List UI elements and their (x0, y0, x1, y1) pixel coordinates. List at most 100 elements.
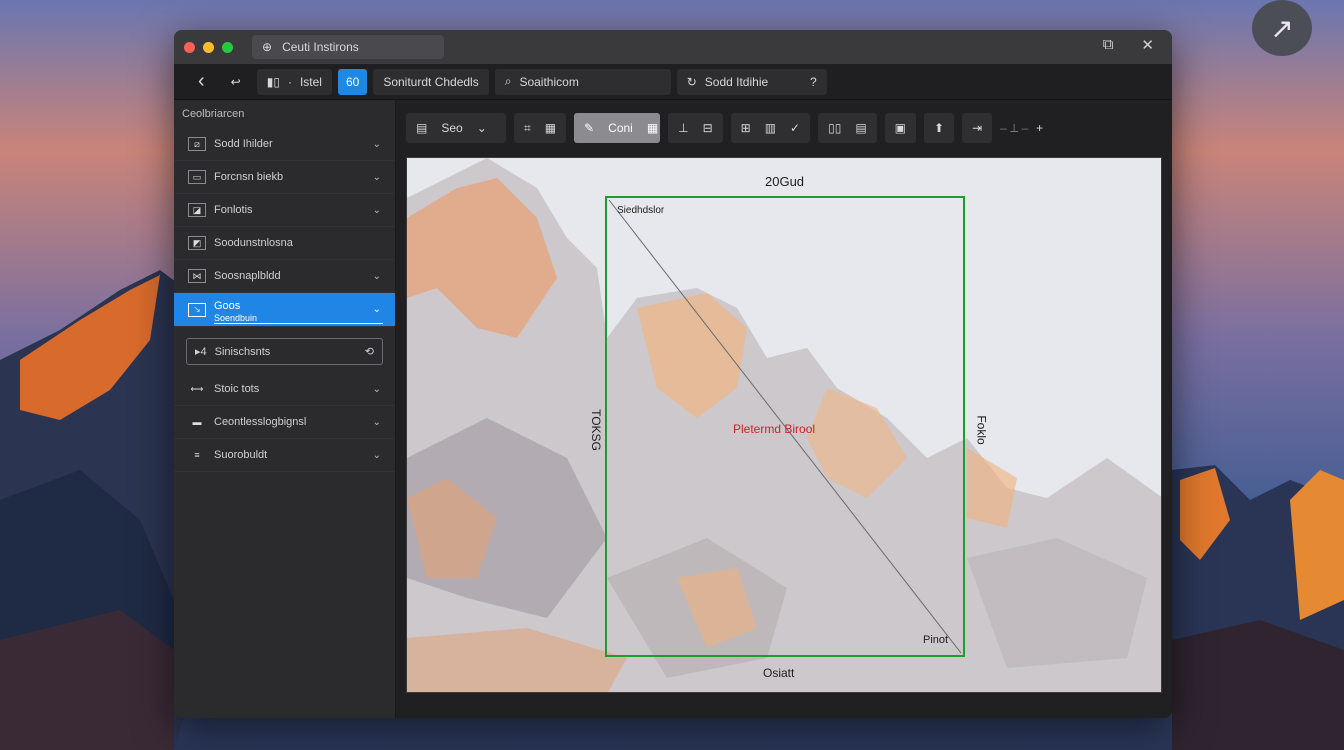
toolbar-item-4[interactable]: ↻ Sodd Itdihie ? (676, 68, 827, 95)
content-area: ▤ Seo ⌄ ⌗ ▦ ✎ Coni ▦ ⊥ ⊟ ⊞ ▥ ✓ ▯▯ ▤ ▣ ⬆ … (396, 100, 1172, 718)
frame-icon: ▭ (188, 170, 206, 184)
panel-icon: ▮▯ (266, 74, 280, 89)
resize-icon: ⟷ (190, 383, 204, 394)
top-right-action-button[interactable]: ↗ (1252, 0, 1312, 56)
toolbar-item-1[interactable]: ▮▯ · Istel (256, 68, 332, 95)
frame-height-right-label: Foklo (974, 415, 989, 445)
align-icon: ⊥ (678, 121, 689, 135)
check-icon: ✓ (790, 121, 801, 135)
search-field[interactable]: ⌕ Soaithicom (494, 68, 671, 95)
chevron-down-icon: ⌄ (372, 383, 381, 395)
list-icon: ≡ (194, 450, 200, 460)
line-tool-icon: ↘ (188, 302, 206, 317)
rows-icon: ▤ (855, 121, 867, 135)
refresh-icon: ↻ (686, 74, 697, 89)
tool-group-1-label: Seo (441, 121, 463, 135)
export-icon: ⇥ (972, 121, 983, 135)
restore-icon[interactable]: ⧉ (1103, 36, 1114, 54)
tool-group-9[interactable]: ⇥ (962, 113, 993, 143)
sidebar-item-6[interactable]: ⟷ Stoic tots ⌄ (174, 373, 395, 406)
sidebar-item-4[interactable]: ◩ Soodunstnlosna (174, 227, 395, 260)
toolbar-item-1-label: Istel (299, 74, 322, 89)
select-label: Sinischsnts (214, 345, 271, 358)
design-canvas[interactable]: 20Gud Siedhdslor TOKSG Foklo Pletermd Bi… (406, 157, 1162, 693)
frame-width-label: 20Gud (765, 174, 805, 189)
sidebar-select-field[interactable]: ▸4 Sinischsnts ⟲ (186, 338, 383, 365)
toolbar-blue-button[interactable]: 60 (337, 68, 368, 95)
sidebar-item-active[interactable]: ↘ Goos Soendbuin ⌄ (174, 293, 395, 327)
sidebar-item-label: Suorobuldt (214, 449, 268, 461)
sidebar-item-label: Stoic tots (214, 383, 260, 395)
chevron-down-icon: ⌄ (476, 121, 487, 135)
table-icon: ▥ (764, 121, 777, 135)
sidebar: Ceolbriarcen ⧄ Sodd Ihilder ⌄ ▭ Forcnsn … (174, 100, 396, 718)
layers-icon: ▤ (416, 121, 428, 135)
back-button[interactable]: ‹ (188, 69, 215, 95)
tool-group-3[interactable]: ✎ Coni ▦ (574, 113, 661, 143)
sidebar-active-sublabel: Soendbuin (214, 313, 258, 323)
help-icon: ? (810, 74, 817, 89)
frame-corner-label: Pinot (923, 634, 949, 646)
sidebar-item-8[interactable]: ≡ Suorobuldt ⌄ (174, 439, 395, 472)
frame-icon: ⊟ (702, 121, 713, 135)
title-bar: ⊕ Ceuti Instirons ⧉ ✕ (174, 30, 1172, 64)
distribute-icon: ⊞ (740, 121, 751, 135)
toolbar-item-2[interactable]: Soniturdt Chdedls (373, 68, 489, 95)
active-underline (214, 323, 383, 324)
dot-icon: · (287, 74, 292, 89)
shape-icon: ◪ (188, 203, 206, 217)
chevron-down-icon: ⌄ (372, 449, 381, 461)
globe-icon: ⊕ (262, 40, 273, 54)
tool-group-8[interactable]: ⬆ (924, 113, 955, 143)
reset-icon[interactable]: ⟲ (365, 345, 374, 358)
tool-group-5[interactable]: ⊞ ▥ ✓ (730, 113, 811, 143)
sidebar-title: Ceolbriarcen (182, 108, 245, 120)
tool-group-1[interactable]: ▤ Seo ⌄ (406, 113, 506, 143)
tool-group-4[interactable]: ⊥ ⊟ (668, 113, 723, 143)
columns-icon: ▯▯ (828, 121, 842, 135)
chevron-down-icon: ⌄ (372, 416, 381, 428)
chevron-down-icon: ⌄ (372, 270, 381, 282)
pen-icon: ✎ (584, 121, 595, 135)
close-icon[interactable]: ✕ (1141, 36, 1154, 54)
sidebar-item-label: Soodunstnlosna (214, 237, 293, 249)
undo-button[interactable]: ↩ (221, 69, 251, 95)
sidebar-item-5[interactable]: ⋈ Soosnaplbldd ⌄ (174, 260, 395, 293)
chevron-down-icon: ⌄ (372, 204, 381, 216)
toolbar-item-2-label: Soniturdt Chdedls (383, 74, 479, 89)
divider-icon: – ⟂ – (1000, 120, 1029, 135)
tool-group-2[interactable]: ⌗ ▦ (514, 113, 567, 143)
app-window: ⊕ Ceuti Instirons ⧉ ✕ ‹ ↩ ▮▯ · Istel 60 … (174, 30, 1172, 718)
sidebar-item-label: Fonlotis (214, 204, 253, 216)
toolbar-blue-label: 60 (345, 74, 360, 89)
frame-name-label: Siedhdslor (617, 205, 665, 216)
frame-center-label: Pletermd Birool (733, 422, 816, 436)
toolbar-item-4-label: Sodd Itdihie (704, 74, 769, 89)
grid-icon: ▦ (544, 121, 557, 135)
sidebar-item-label: Forcnsn biekb (214, 171, 284, 183)
arrow-up-right-icon: ↗ (1270, 12, 1294, 44)
tab-main[interactable]: ⊕ Ceuti Instirons (252, 35, 444, 59)
sidebar-item-label: Sodd Ihilder (214, 138, 273, 150)
tool-icon: ⧄ (188, 137, 206, 151)
plus-icon[interactable]: + (1036, 121, 1043, 135)
main-toolbar: ‹ ↩ ▮▯ · Istel 60 Soniturdt Chdedls ⌕ So… (174, 64, 1172, 100)
tool-group-6[interactable]: ▯▯ ▤ (818, 113, 877, 143)
minimize-window-button[interactable] (203, 41, 214, 53)
sidebar-item-2[interactable]: ▭ Forcnsn biekb ⌄ (174, 161, 395, 194)
pin-icon: ⬆ (934, 121, 945, 135)
chevron-left-icon: ‹ (198, 70, 205, 92)
bar-icon: ▬ (192, 417, 202, 427)
secondary-toolbar: ▤ Seo ⌄ ⌗ ▦ ✎ Coni ▦ ⊥ ⊟ ⊞ ▥ ✓ ▯▯ ▤ ▣ ⬆ … (406, 112, 1162, 144)
tab-title: Ceuti Instirons (282, 40, 359, 54)
link-icon: ⋈ (188, 269, 206, 283)
search-label: Soaithicom (519, 74, 579, 89)
sidebar-item-label: Soosnaplbldd (214, 270, 281, 282)
sidebar-item-1[interactable]: ⧄ Sodd Ihilder ⌄ (174, 128, 395, 161)
zoom-window-button[interactable] (222, 41, 233, 53)
sidebar-item-7[interactable]: ▬ Ceontlesslogbignsl ⌄ (174, 406, 395, 439)
close-window-button[interactable] (184, 41, 195, 53)
image-icon: ▣ (894, 121, 906, 135)
sidebar-item-3[interactable]: ◪ Fonlotis ⌄ (174, 194, 395, 227)
tool-group-7[interactable]: ▣ (884, 113, 916, 143)
